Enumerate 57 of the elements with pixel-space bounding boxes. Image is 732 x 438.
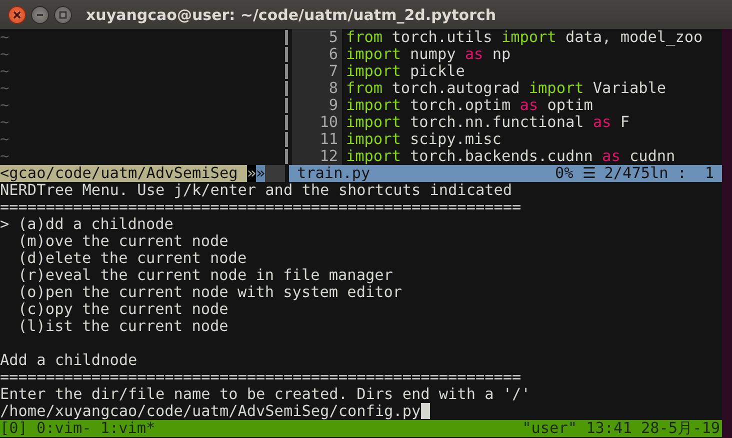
status-separator: » [247, 165, 256, 182]
empty-line-marker: ~ [0, 46, 10, 63]
code-line: import torch.nn.functional as F [345, 114, 630, 131]
status-path: <gcao/code/uatm/AdvSemiSeg [0, 165, 247, 182]
line-number: 9 [292, 97, 342, 114]
prompt-text: Enter the dir/file name to be created. Dirs end with a '/' [0, 386, 530, 403]
menu-item[interactable]: (o)pen the current node with system editor [18, 284, 402, 301]
menu-item[interactable]: (a)dd a childnode [18, 216, 174, 233]
close-icon [13, 10, 21, 18]
line-number: 5 [292, 29, 342, 46]
separator-line: ========================================================= [0, 199, 522, 216]
line-number: 7 [292, 63, 342, 80]
empty-line-marker: ~ [0, 63, 10, 80]
minimize-button[interactable] [31, 6, 49, 24]
empty-line-marker: ~ [0, 80, 10, 97]
code-line: from torch.autograd import Variable [345, 80, 666, 97]
menu-item[interactable]: (m)ove the current node [18, 233, 228, 250]
menu-title: NERDTree Menu. Use j/k/enter and the shortcuts indicated [0, 182, 512, 199]
code-line: import scipy.misc [345, 131, 502, 148]
window-tab[interactable]: 1:vim* [100, 420, 156, 437]
empty-line-marker: ~ [0, 29, 10, 46]
selection-cursor: > [0, 216, 10, 233]
text-cursor [420, 403, 430, 419]
menu-item[interactable]: (d)elete the current node [18, 250, 247, 267]
code-line: import torch.optim as optim [345, 97, 593, 114]
maximize-icon [59, 10, 67, 18]
action-title: Add a childnode [0, 352, 138, 369]
empty-line-marker: ~ [0, 114, 10, 131]
line-number: 12 [292, 148, 342, 165]
empty-line-marker: ~ [0, 148, 10, 165]
empty-line-marker: ~ [0, 97, 10, 114]
menu-item[interactable]: (l)ist the current node [18, 318, 228, 335]
menu-item[interactable]: (c)opy the current node [18, 301, 228, 318]
scroll-percent: 0% [554, 165, 574, 182]
status-separator: » [256, 165, 265, 182]
maximize-button[interactable] [54, 6, 72, 24]
empty-line-marker: ~ [0, 131, 10, 148]
line-number: 6 [292, 46, 342, 63]
code-line: import pickle [345, 63, 465, 80]
code-line: import torch.backends.cudnn as cudnn [345, 148, 676, 165]
separator-line: ========================================================= [0, 369, 522, 386]
code-line: from torch.utils import data, model_zoo [345, 29, 703, 46]
menu-glyph: ☰ [582, 165, 596, 182]
line-number: 11 [292, 131, 342, 148]
close-button[interactable] [8, 6, 26, 24]
line-number: 8 [292, 80, 342, 97]
window-title: xuyangcao@user: ~/code/uatm/uatm_2d.pytorch [86, 6, 496, 24]
cursor-position: 2/475ln : 1 [604, 165, 714, 182]
line-number: 10 [292, 114, 342, 131]
file-name: train.py [297, 165, 370, 182]
input-field[interactable]: /home/xuyangcao/code/uatm/AdvSemiSeg/config.py [0, 403, 421, 420]
code-line: import numpy as np [345, 46, 511, 63]
status-bar-segment [265, 165, 285, 182]
window-tab[interactable]: 0:vim- [36, 420, 92, 437]
session-label: [0] [0, 420, 28, 437]
status-info: "user" 13:41 28-5月-19 [522, 420, 721, 437]
menu-item[interactable]: (r)eveal the current node in file manager [18, 267, 393, 284]
